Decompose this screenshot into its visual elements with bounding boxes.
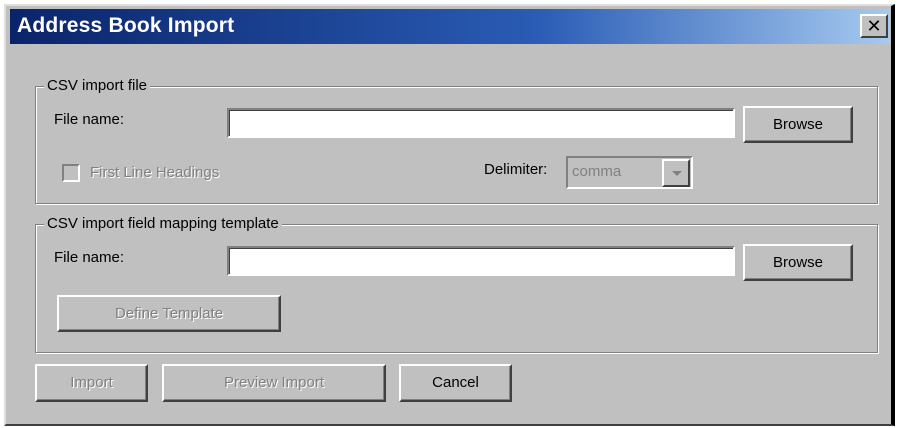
mapping-browse-label: Browse (772, 254, 824, 271)
mapping-file-name-input[interactable] (227, 246, 735, 276)
preview-import-button[interactable]: Preview Import (162, 364, 386, 402)
define-template-button[interactable]: Define Template (57, 295, 281, 332)
preview-import-label: Preview Import (223, 374, 325, 391)
csv-import-file-group: CSV import file (35, 77, 878, 204)
csv-browse-label: Browse (772, 116, 824, 133)
delimiter-value: comma (572, 163, 622, 180)
csv-file-name-label: File name: (54, 111, 125, 128)
csv-import-file-legend: CSV import file (44, 77, 151, 94)
mapping-file-name-label: File name: (54, 249, 125, 266)
title-bar[interactable]: Address Book Import ✕ (10, 9, 890, 44)
chevron-down-icon[interactable] (662, 159, 690, 187)
first-line-headings-label: First Line Headings (90, 164, 220, 181)
import-label: Import (70, 374, 113, 391)
mapping-template-legend: CSV import field mapping template (44, 215, 282, 232)
define-template-label: Define Template (114, 305, 224, 322)
cancel-label: Cancel (432, 374, 479, 391)
csv-browse-button[interactable]: Browse (743, 106, 853, 143)
first-line-headings-checkbox[interactable] (62, 164, 80, 182)
import-button[interactable]: Import (35, 364, 148, 402)
address-book-import-dialog: Address Book Import ✕ CSV import file Fi… (4, 4, 895, 426)
window-title: Address Book Import (17, 14, 235, 37)
close-button[interactable]: ✕ (860, 14, 888, 38)
close-icon: ✕ (866, 16, 882, 37)
csv-file-name-input[interactable] (227, 108, 735, 138)
cancel-button[interactable]: Cancel (399, 364, 512, 402)
mapping-browse-button[interactable]: Browse (743, 244, 853, 281)
delimiter-select[interactable]: comma (566, 156, 693, 189)
delimiter-label: Delimiter: (484, 161, 548, 178)
